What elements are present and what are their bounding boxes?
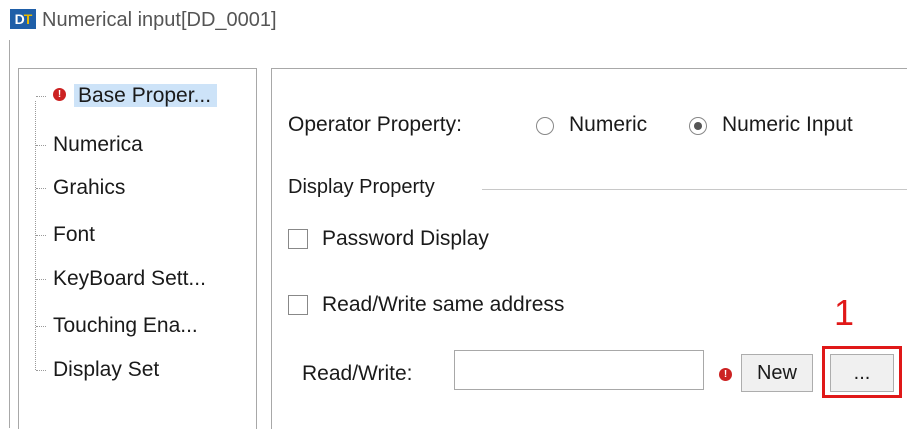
tree-item-label: Numerica	[53, 133, 143, 156]
error-icon: !	[53, 87, 66, 101]
tree-branch-line	[36, 278, 46, 280]
display-property-title: Display Property	[288, 176, 438, 199]
annotation-highlight-box	[822, 346, 902, 398]
tree-item-label: KeyBoard Sett...	[53, 267, 206, 290]
tree-item-label: Base Proper...	[74, 84, 218, 107]
tree-branch-line	[36, 144, 46, 146]
read-write-address-input[interactable]	[454, 350, 704, 390]
app-logo-icon: DT	[10, 9, 36, 29]
tree-item-label: Font	[53, 223, 96, 246]
operator-property-label: Operator Property:	[288, 113, 462, 136]
read-write-same-address-label: Read/Write same address	[322, 293, 565, 316]
tree-item-label: Display Set	[53, 358, 160, 381]
new-button[interactable]: New	[741, 354, 813, 392]
tree-item-base-properties[interactable]: ! Base Proper...	[36, 80, 218, 112]
tree-item-grahics[interactable]: Grahics	[36, 172, 125, 204]
tree-branch-line	[36, 369, 46, 371]
tree-item-numerica[interactable]: Numerica	[36, 129, 143, 161]
radio-numeric-input-label: Numeric Input	[722, 113, 853, 136]
tree-branch-line	[36, 187, 46, 189]
read-write-same-address-checkbox[interactable]	[288, 295, 308, 315]
tree-branch-line	[36, 325, 46, 327]
display-property-divider	[482, 189, 907, 190]
password-display-label: Password Display	[322, 227, 489, 250]
window-title: Numerical input[DD_0001]	[42, 9, 277, 31]
radio-numeric-label: Numeric	[569, 113, 648, 136]
title-bar: DT Numerical input[DD_0001]	[0, 0, 907, 40]
tree-item-keyboard-settings[interactable]: KeyBoard Sett...	[36, 263, 206, 295]
radio-numeric[interactable]	[536, 117, 554, 135]
tree-item-touching-enable[interactable]: Touching Ena...	[36, 310, 198, 342]
tree-branch-line	[36, 234, 46, 236]
annotation-number: 1	[834, 292, 855, 333]
tree-item-label: Touching Ena...	[53, 314, 198, 337]
password-display-checkbox[interactable]	[288, 229, 308, 249]
error-icon: !	[719, 368, 732, 381]
tree-item-font[interactable]: Font	[36, 219, 95, 251]
read-write-label: Read/Write:	[302, 362, 413, 385]
window-border	[9, 40, 10, 428]
tree-item-label: Grahics	[53, 176, 126, 199]
tree-item-display-set[interactable]: Display Set	[36, 354, 159, 386]
tree-branch-line	[36, 95, 46, 97]
radio-numeric-input[interactable]	[689, 117, 707, 135]
